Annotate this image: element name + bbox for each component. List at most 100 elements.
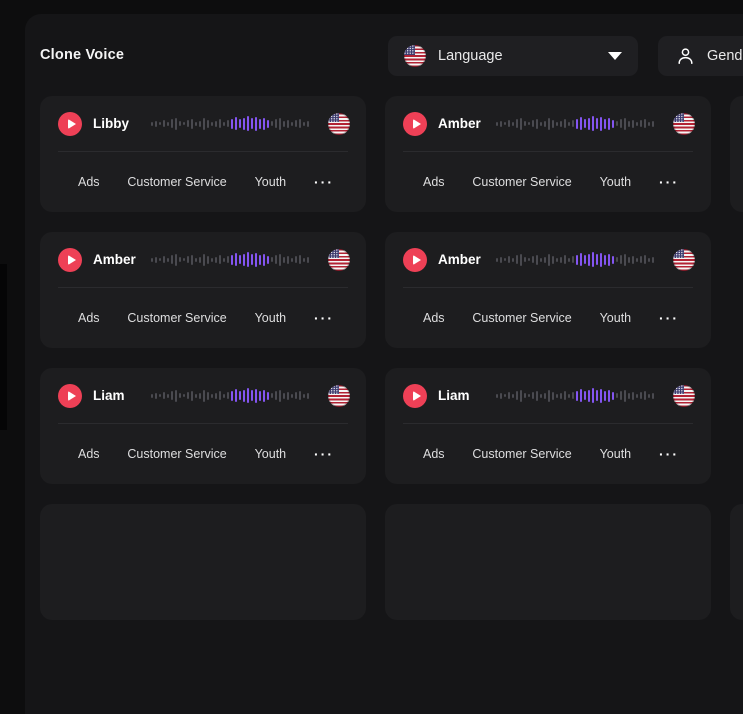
- play-button[interactable]: [58, 384, 82, 408]
- play-icon: [68, 119, 76, 129]
- waveform-bar: [295, 256, 297, 263]
- language-filter-button[interactable]: Language: [388, 36, 638, 76]
- waveform-bar: [203, 118, 205, 130]
- waveform-bar: [544, 121, 546, 127]
- us-flag-icon: [673, 385, 695, 407]
- voice-card-partial[interactable]: [385, 504, 711, 620]
- waveform-bar: [195, 258, 197, 262]
- waveform-bar: [640, 256, 642, 263]
- waveform-bar: [504, 122, 506, 125]
- waveform-bar: [608, 254, 610, 266]
- play-button[interactable]: [58, 248, 82, 272]
- waveform-bar: [291, 122, 293, 126]
- voice-card-partial[interactable]: [40, 504, 366, 620]
- voice-card[interactable]: Libby AdsCustomer ServiceYouth···: [40, 96, 366, 212]
- waveform-bar: [572, 120, 574, 127]
- card-tags-row: AdsCustomer ServiceYouth···: [40, 424, 366, 484]
- more-tags-button[interactable]: ···: [314, 177, 334, 187]
- tag: Customer Service: [472, 311, 571, 325]
- waveform-bar: [279, 118, 281, 130]
- flag-canton: [673, 385, 684, 395]
- waveform-bar: [532, 392, 534, 399]
- waveform-bar: [187, 392, 189, 399]
- waveform-bar: [223, 258, 225, 262]
- voice-name: Amber: [93, 252, 145, 267]
- more-tags-button[interactable]: ···: [314, 313, 334, 323]
- voice-card-partial[interactable]: [730, 504, 743, 620]
- gender-filter-button[interactable]: Gender: [658, 36, 743, 76]
- tag: Youth: [255, 447, 287, 461]
- scrollbar-thumb[interactable]: [0, 264, 7, 430]
- waveform-bar: [299, 119, 301, 128]
- waveform-bar: [223, 122, 225, 126]
- waveform-bar: [604, 255, 606, 265]
- tag: Customer Service: [127, 447, 226, 461]
- waveform-bar: [175, 118, 177, 130]
- waveform-bar: [163, 120, 165, 127]
- more-tags-button[interactable]: ···: [659, 449, 679, 459]
- voice-card[interactable]: Liam AdsCustomer ServiceYouth···: [40, 368, 366, 484]
- waveform-bar: [604, 391, 606, 401]
- waveform-bar: [592, 388, 594, 403]
- voice-card[interactable]: Amber AdsCustomer ServiceYouth···: [385, 232, 711, 348]
- waveform-bar: [163, 392, 165, 399]
- play-icon: [68, 255, 76, 265]
- waveform-bar: [616, 121, 618, 126]
- waveform-bar: [167, 258, 169, 262]
- waveform-bar: [179, 393, 181, 398]
- waveform-bar: [223, 394, 225, 398]
- play-button[interactable]: [403, 384, 427, 408]
- waveform: [151, 252, 318, 268]
- waveform-bar: [600, 389, 602, 403]
- waveform-bar: [171, 119, 173, 128]
- waveform-bar: [191, 255, 193, 265]
- waveform-bar: [652, 257, 654, 263]
- waveform-bar: [572, 392, 574, 399]
- waveform-bar: [524, 257, 526, 262]
- waveform-bar: [648, 394, 650, 398]
- waveform-bar: [211, 122, 213, 126]
- more-tags-button[interactable]: ···: [659, 313, 679, 323]
- voice-card-partial[interactable]: [730, 96, 743, 212]
- voice-card[interactable]: Amber AdsCustomer ServiceYouth···: [40, 232, 366, 348]
- waveform-bar: [496, 258, 498, 262]
- waveform-bar: [231, 391, 233, 401]
- play-button[interactable]: [403, 248, 427, 272]
- waveform-bar: [199, 393, 201, 399]
- waveform-bar: [536, 255, 538, 265]
- waveform-bar: [219, 255, 221, 264]
- tag: Ads: [78, 311, 100, 325]
- tag: Youth: [600, 311, 632, 325]
- waveform-bar: [644, 255, 646, 264]
- flag-canton: [673, 249, 684, 259]
- play-button[interactable]: [58, 112, 82, 136]
- card-top-row: Libby: [40, 96, 366, 151]
- waveform-bar: [171, 391, 173, 400]
- tag: Ads: [423, 175, 445, 189]
- page-title: Clone Voice: [40, 42, 124, 68]
- more-tags-button[interactable]: ···: [659, 177, 679, 187]
- card-top-row: Amber: [40, 232, 366, 287]
- waveform-bar: [632, 256, 634, 264]
- card-top-row: Amber: [385, 232, 711, 287]
- voice-card[interactable]: Liam AdsCustomer ServiceYouth···: [385, 368, 711, 484]
- card-tags-row: AdsCustomer ServiceYouth···: [385, 424, 711, 484]
- waveform-bar: [307, 121, 309, 127]
- voice-card[interactable]: Amber AdsCustomer ServiceYouth···: [385, 96, 711, 212]
- more-tags-button[interactable]: ···: [314, 449, 334, 459]
- waveform-bar: [195, 122, 197, 126]
- waveform-bar: [275, 119, 277, 128]
- card-tags-row: AdsCustomer ServiceYouth···: [40, 152, 366, 212]
- waveform-bar: [251, 390, 253, 401]
- waveform-bar: [295, 392, 297, 399]
- us-flag-icon: [328, 385, 350, 407]
- waveform-bar: [500, 257, 502, 263]
- waveform: [496, 116, 663, 132]
- waveform-bar: [267, 120, 269, 128]
- waveform-bar: [580, 117, 582, 130]
- play-button[interactable]: [403, 112, 427, 136]
- waveform-bar: [612, 392, 614, 400]
- tag: Youth: [255, 175, 287, 189]
- waveform-bar: [203, 254, 205, 266]
- waveform-bar: [243, 390, 245, 402]
